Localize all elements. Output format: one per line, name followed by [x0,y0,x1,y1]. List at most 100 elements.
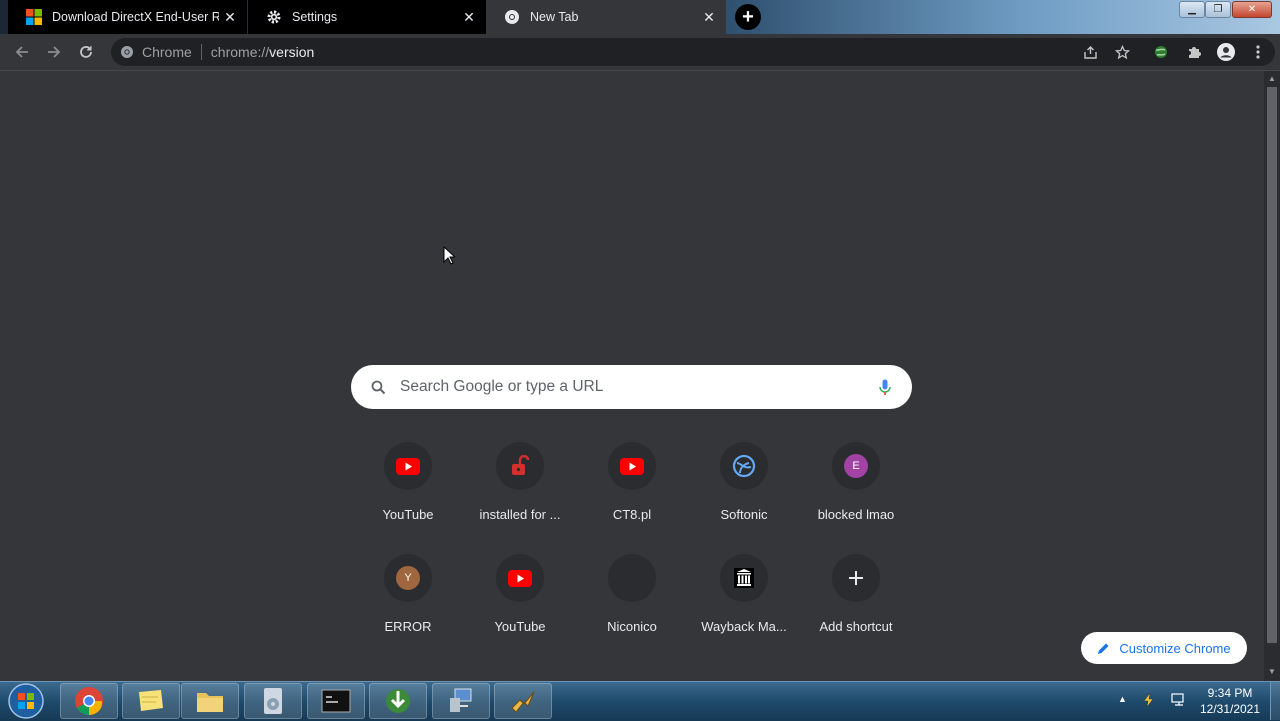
tab-label: Download DirectX End-User Runtime [52,10,219,24]
shortcut-tile[interactable]: YouTube [464,554,576,656]
shortcut-title: ERROR [384,619,432,634]
star-icon [1114,44,1130,59]
shortcut-title: CT8.pl [612,507,652,522]
taskbar-explorer[interactable] [181,683,239,719]
customize-label: Customize Chrome [1119,640,1231,656]
taskbar-network[interactable] [432,683,490,719]
restore-icon: ❐ [1213,4,1223,15]
close-icon[interactable]: ✕ [458,9,480,26]
chrome-icon [75,687,103,715]
media-player-icon [264,688,282,714]
avatar-icon [1217,43,1235,61]
reload-button[interactable] [76,42,96,62]
taskbar-media[interactable] [244,683,302,719]
shortcut-title: Add shortcut [819,619,893,634]
wayback-icon [720,554,768,602]
letter-avatar: Y [396,566,420,590]
scrollbar-thumb[interactable] [1267,87,1277,643]
search-input[interactable]: Search Google or type a URL [400,378,879,396]
folder-icon [197,693,223,712]
share-icon [1083,45,1097,59]
chrome-icon [120,45,134,62]
shortcut-title: YouTube [382,507,434,522]
close-icon[interactable]: ✕ [219,9,241,26]
scrollbar[interactable]: ▲ ▼ [1264,71,1280,681]
shortcut-title: blocked lmao [817,507,895,522]
minimize-icon: ▁ [1188,4,1196,15]
close-icon[interactable]: ✕ [698,9,720,26]
show-desktop-button[interactable] [1270,682,1280,720]
network-computer-icon [450,688,472,712]
extension-globe-icon [1155,46,1167,58]
menu-button[interactable] [1248,42,1268,62]
clock-date: 12/31/2021 [1199,702,1261,716]
mouse-cursor-icon [443,246,455,265]
taskbar-winamp[interactable] [494,683,552,719]
taskbar-cmd[interactable] [307,683,365,719]
customize-chrome-button[interactable]: Customize Chrome [1081,632,1247,664]
shortcut-tile[interactable]: CT8.pl [576,442,688,544]
url-scheme: chrome:// [210,44,270,60]
shortcut-title: Niconico [607,619,657,634]
shortcut-tile[interactable]: YouTube [352,442,464,544]
softonic-icon [720,442,768,490]
close-window-button[interactable]: ✕ [1232,1,1272,18]
plus-icon [832,554,880,602]
extensions-button[interactable] [1184,42,1204,62]
scroll-down-icon[interactable]: ▼ [1268,667,1276,676]
address-bar[interactable]: Chrome chrome:// version [111,38,1275,66]
tab-new-tab[interactable]: New Tab ✕ [486,0,726,34]
shortcut-title: Softonic [720,507,768,522]
forward-button[interactable] [44,42,64,62]
tab-directx[interactable]: Download DirectX End-User Runtime ✕ [8,0,247,34]
scroll-up-icon[interactable]: ▲ [1268,74,1276,83]
tray-network-icon[interactable] [1171,692,1187,713]
add-shortcut-button[interactable]: Add shortcut [800,554,912,656]
shortcut-tile[interactable]: Niconico [576,554,688,656]
restore-button[interactable]: ❐ [1205,1,1231,18]
divider [200,44,202,60]
search-icon [371,380,386,395]
minimize-button[interactable]: ▁ [1179,1,1205,18]
command-prompt-icon [321,689,351,713]
puzzle-icon [1189,47,1201,58]
arrow-right-icon [48,46,61,58]
extension-button[interactable] [1151,42,1171,62]
shortcut-tile[interactable]: Y ERROR [352,554,464,656]
shortcut-tile[interactable]: installed for ... [464,442,576,544]
shortcut-tile[interactable]: E blocked lmao [800,442,912,544]
windows-logo-icon [26,9,42,25]
share-button[interactable] [1080,42,1100,62]
tab-settings[interactable]: Settings ✕ [248,0,486,34]
system-clock[interactable]: 9:34 PM 12/31/2021 [1195,685,1265,717]
shortcut-title: YouTube [494,619,546,634]
taskbar-idm[interactable] [369,683,427,719]
letter-y-icon: Y [384,554,432,602]
search-box[interactable]: Search Google or type a URL [351,365,912,409]
clock-time: 9:34 PM [1207,686,1253,700]
close-icon: ✕ [1247,4,1257,15]
red-lock-icon [496,442,544,490]
back-button[interactable] [12,42,32,62]
arrow-left-icon [15,46,28,58]
sticky-notes-icon [139,690,163,711]
taskbar-chrome[interactable] [60,683,118,719]
more-vert-icon [1256,45,1260,59]
shortcut-title: installed for ... [479,507,561,522]
shortcut-tile[interactable]: Wayback Ma... [688,554,800,656]
youtube-icon [608,442,656,490]
microphone-icon[interactable] [879,379,891,396]
taskbar-notes[interactable] [122,683,180,719]
new-tab-button[interactable]: + [735,4,761,30]
tray-power-icon[interactable] [1142,692,1156,713]
profile-button[interactable] [1216,42,1236,62]
chrome-icon [504,9,520,25]
url-path: version [269,44,315,60]
pencil-icon [1097,642,1110,655]
bookmark-button[interactable] [1112,42,1132,62]
shortcut-tile[interactable]: Softonic [688,442,800,544]
show-hidden-icons-button[interactable]: ▲ [1118,694,1127,704]
windows-start-icon [8,683,44,719]
start-button[interactable] [6,682,46,720]
blank-icon [608,554,656,602]
